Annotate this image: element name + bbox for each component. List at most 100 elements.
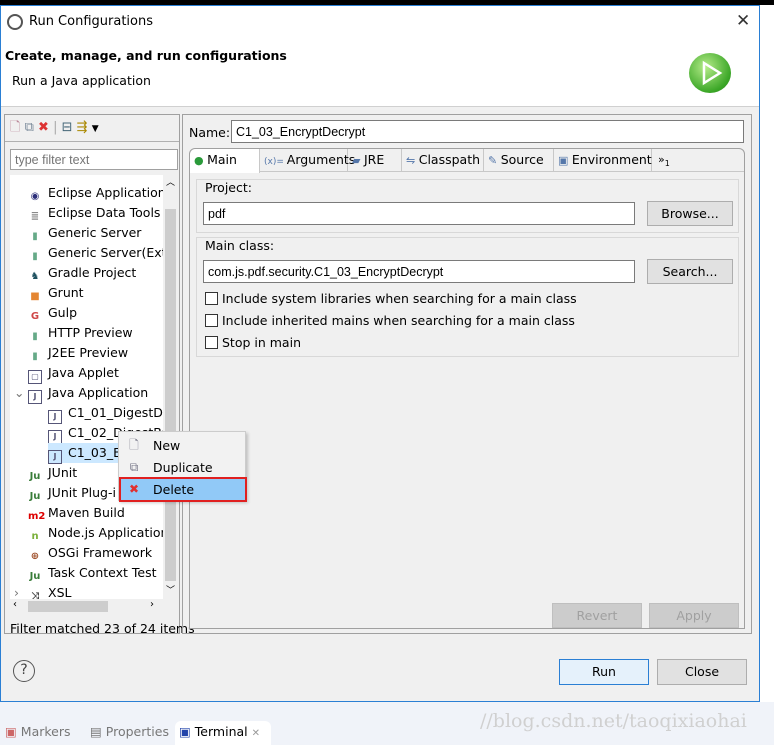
scrollbar-thumb[interactable]: [165, 209, 176, 581]
arguments-icon: (x)=: [264, 157, 287, 167]
tree-item[interactable]: ◉ Eclipse Application: [28, 183, 166, 203]
tree-item[interactable]: ▢ Java Applet: [28, 363, 119, 384]
java-config-icon: J: [48, 430, 62, 444]
tree-item-label: XSL: [48, 585, 72, 600]
tree-item[interactable]: J C1_01_DigestDe: [48, 403, 171, 424]
server-icon: ▮: [32, 251, 38, 262]
collapse-all-icon[interactable]: ⊟: [62, 120, 73, 135]
project-input[interactable]: [203, 202, 635, 225]
tree-item[interactable]: ■ Grunt: [28, 283, 84, 303]
view-tab-properties[interactable]: ▤ Properties: [90, 722, 169, 744]
menu-item-label: Delete: [153, 482, 195, 497]
applet-icon: ▢: [28, 370, 42, 384]
tree-item[interactable]: n Node.js Application: [28, 523, 168, 543]
dropdown-icon[interactable]: ▼: [92, 124, 99, 134]
tree-item-label: Grunt: [48, 285, 84, 300]
scroll-up-icon[interactable]: ︿: [163, 175, 178, 191]
main-class-group: Main class: Search... Include system lib…: [196, 237, 739, 357]
tree-item[interactable]: ♞ Gradle Project: [28, 263, 137, 283]
scroll-down-icon[interactable]: ﹀: [163, 583, 178, 599]
checkbox[interactable]: [205, 292, 218, 305]
name-label: Name:: [189, 125, 231, 140]
tab-folder: ● Main (x)= Arguments ▰ JRE ⇋ Classpath ✎ So…: [189, 148, 745, 629]
watermark: //blog.csdn.net/taoqixiaohai: [480, 710, 747, 732]
task-junit-icon: Ju: [29, 571, 41, 582]
tree-item[interactable]: m2 Maven Build: [28, 503, 125, 523]
search-button[interactable]: Search...: [647, 259, 733, 284]
tab-main[interactable]: ● Main: [190, 149, 260, 173]
close-icon[interactable]: ✕: [736, 11, 750, 31]
checkbox[interactable]: [205, 336, 218, 349]
tree-item[interactable]: G Gulp: [28, 303, 77, 323]
expand-icon[interactable]: ⌄: [14, 383, 24, 403]
tree-item[interactable]: Ju JUnit: [28, 463, 78, 483]
scroll-left-icon[interactable]: ‹: [13, 599, 17, 610]
filter-icon[interactable]: ⇶: [77, 120, 88, 135]
tab-jre[interactable]: ▰ JRE: [348, 149, 402, 172]
tree-item[interactable]: ⌄ J Java Application: [14, 383, 149, 404]
stop-in-main-checkbox[interactable]: Stop in main: [205, 335, 301, 350]
delete-icon[interactable]: ✖: [38, 120, 49, 135]
tree-item-label: C1_03_E: [68, 445, 121, 460]
tree-item[interactable]: ▮ HTTP Preview: [28, 323, 133, 343]
tab-classpath[interactable]: ⇋ Classpath: [402, 149, 484, 172]
tree-item-label: Java Applet: [48, 365, 119, 380]
hscroll-thumb[interactable]: [28, 601, 108, 612]
revert-button[interactable]: Revert: [552, 603, 642, 628]
tab-label: Classpath: [418, 152, 481, 167]
include-system-libraries-checkbox[interactable]: Include system libraries when searching …: [205, 291, 577, 306]
horizontal-scrollbar[interactable]: ‹ ›: [10, 599, 178, 614]
background-panel: ▣ Markers ▤ Properties ▣ Terminal ✕ //bl…: [0, 702, 774, 745]
menu-item-duplicate[interactable]: ⧉ Duplicate: [121, 457, 245, 478]
tree-item-label: Generic Server(Exte: [48, 245, 175, 260]
tab-source[interactable]: ✎ Source: [484, 149, 554, 172]
include-inherited-mains-checkbox[interactable]: Include inherited mains when searching f…: [205, 313, 575, 328]
source-icon: ✎: [488, 154, 501, 167]
tab-environment[interactable]: ▣ Environment: [554, 149, 652, 172]
menu-item-label: Duplicate: [153, 460, 213, 475]
browse-button[interactable]: Browse...: [647, 201, 733, 226]
view-tab-terminal[interactable]: ▣ Terminal ✕: [175, 721, 271, 745]
tab-label: Environment: [571, 152, 652, 167]
vertical-scrollbar[interactable]: ︿ ﹀: [163, 175, 178, 599]
menu-item-new[interactable]: 🗋 New: [121, 435, 245, 456]
tree-item[interactable]: ≣ Eclipse Data Tools: [28, 203, 161, 223]
project-label: Project:: [205, 180, 252, 195]
tree-item[interactable]: ▮ Generic Server(Exte: [28, 243, 174, 263]
run-button[interactable]: Run: [559, 659, 649, 685]
tree-item-label: Maven Build: [48, 505, 125, 520]
duplicate-icon[interactable]: ⧉: [25, 120, 34, 135]
tree-item-label: Eclipse Application: [48, 185, 166, 200]
tabs-overflow-button[interactable]: »1: [654, 149, 674, 172]
close-button[interactable]: Close: [657, 659, 747, 685]
main-class-input[interactable]: [203, 260, 635, 283]
new-icon: 🗋: [129, 438, 139, 452]
duplicate-icon: ⧉: [129, 460, 139, 474]
tree-item[interactable]: Ju JUnit Plug-i: [28, 483, 116, 503]
new-config-icon[interactable]: 🗋: [10, 120, 20, 135]
help-icon[interactable]: ?: [13, 660, 35, 682]
tree-item[interactable]: Ju Task Context Test: [28, 563, 157, 583]
tree-item[interactable]: ▮ J2EE Preview: [28, 343, 128, 363]
tab-label: Arguments: [286, 152, 356, 167]
menu-item-delete[interactable]: ✖ Delete: [119, 477, 247, 502]
tree-item[interactable]: J C1_03_E: [48, 443, 125, 464]
scroll-right-icon[interactable]: ›: [150, 599, 154, 610]
run-configurations-dialog: Run Configurations ✕ Create, manage, and…: [0, 5, 760, 702]
view-tab-markers[interactable]: ▣ Markers: [5, 722, 71, 744]
jre-icon: ▰: [352, 154, 364, 167]
filter-input[interactable]: [10, 149, 178, 170]
tree-item[interactable]: ▮ Generic Server: [28, 223, 141, 243]
markers-icon: ▣: [5, 724, 17, 739]
checkbox[interactable]: [205, 314, 218, 327]
tree-item[interactable]: ⊕ OSGi Framework: [28, 543, 152, 563]
tab-arguments[interactable]: (x)= Arguments: [260, 149, 355, 172]
context-menu: 🗋 New ⧉ Duplicate ✖ Delete: [118, 431, 247, 502]
close-icon[interactable]: ✕: [252, 728, 260, 739]
name-input[interactable]: [231, 120, 744, 143]
tree-item-label: Java Application: [48, 385, 149, 400]
tree-item-label: HTTP Preview: [48, 325, 133, 340]
filter-status: Filter matched 23 of 24 items: [10, 621, 195, 636]
apply-button[interactable]: Apply: [649, 603, 739, 628]
environment-icon: ▣: [558, 154, 572, 167]
